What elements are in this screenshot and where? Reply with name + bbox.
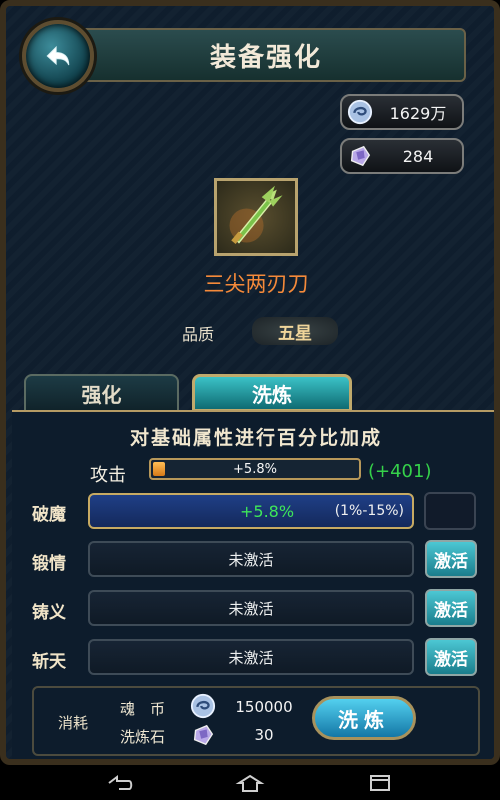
attribute-status: 未激活: [228, 599, 274, 618]
attribute-status: 未激活: [228, 550, 274, 569]
cost-item-value: 150000: [235, 698, 293, 716]
attack-progress-bar: +5.8%: [149, 458, 361, 480]
stone-chip: 284: [340, 138, 464, 174]
attribute-label-zhuyi: 铸义: [32, 603, 66, 623]
attribute-row-duanqing: 未激活: [88, 541, 414, 577]
quality-label: 品质: [182, 325, 215, 344]
tab-enhance[interactable]: 强化: [24, 374, 179, 412]
android-nav-bar: [0, 765, 500, 800]
nav-home-icon[interactable]: [235, 772, 265, 794]
cost-label: 消耗: [58, 714, 89, 732]
activate-slot-empty: [424, 492, 476, 530]
attack-progress-text: +5.8%: [233, 461, 277, 477]
soul-coin-icon: [346, 98, 374, 126]
activate-button-duanqing[interactable]: 激活: [425, 540, 477, 578]
quality-badge: 五星: [252, 317, 338, 345]
refine-button[interactable]: 洗炼: [312, 696, 416, 740]
activate-button-zhuyi[interactable]: 激活: [425, 589, 477, 627]
stone-amount: 284: [402, 146, 434, 166]
refine-description: 对基础属性进行百分比加成: [129, 427, 382, 449]
back-arrow-icon: [46, 45, 70, 66]
trident-blade-icon: [229, 185, 283, 244]
cost-item-name: 魂 币: [120, 700, 166, 718]
item-name: 三尖两刃刀: [203, 272, 309, 296]
tab-refine[interactable]: 洗炼: [192, 374, 352, 412]
back-button[interactable]: [22, 20, 94, 92]
page-title: 装备强化: [209, 42, 322, 73]
attribute-row-zhantian: 未激活: [88, 639, 414, 675]
attribute-row-pomo[interactable]: +5.8% (1%-15%): [88, 493, 414, 529]
attribute-range: (1%-15%): [334, 503, 404, 519]
attribute-label-zhantian: 斩天: [32, 652, 66, 672]
soul-coin-chip: 1629万: [340, 94, 464, 130]
nav-recent-apps-icon[interactable]: [365, 772, 395, 794]
refine-stone-icon: [190, 722, 216, 748]
attribute-label-duanqing: 锻情: [32, 554, 66, 574]
equipment-slot[interactable]: [214, 178, 298, 256]
refine-stone-icon: [346, 142, 374, 170]
game-window: 装备强化 1629万 284 三尖两刃刀 品质 五星 强化 洗炼 对基础属性进行…: [0, 0, 500, 765]
attack-label: 攻击: [90, 465, 126, 486]
attack-bonus: (+401): [368, 461, 432, 482]
soul-coin-amount: 1629万: [389, 104, 447, 123]
soul-coin-icon: [190, 693, 216, 719]
attribute-value: +5.8%: [240, 501, 295, 521]
attribute-label-pomo: 破魔: [32, 505, 66, 525]
attribute-status: 未激活: [228, 648, 274, 667]
cost-item-name: 洗炼石: [120, 728, 166, 746]
title-bar: 装备强化: [66, 28, 466, 82]
cost-item-value: 30: [254, 726, 274, 744]
activate-button-zhantian[interactable]: 激活: [425, 638, 477, 676]
attribute-row-zhuyi: 未激活: [88, 590, 414, 626]
nav-back-icon[interactable]: [105, 772, 135, 794]
